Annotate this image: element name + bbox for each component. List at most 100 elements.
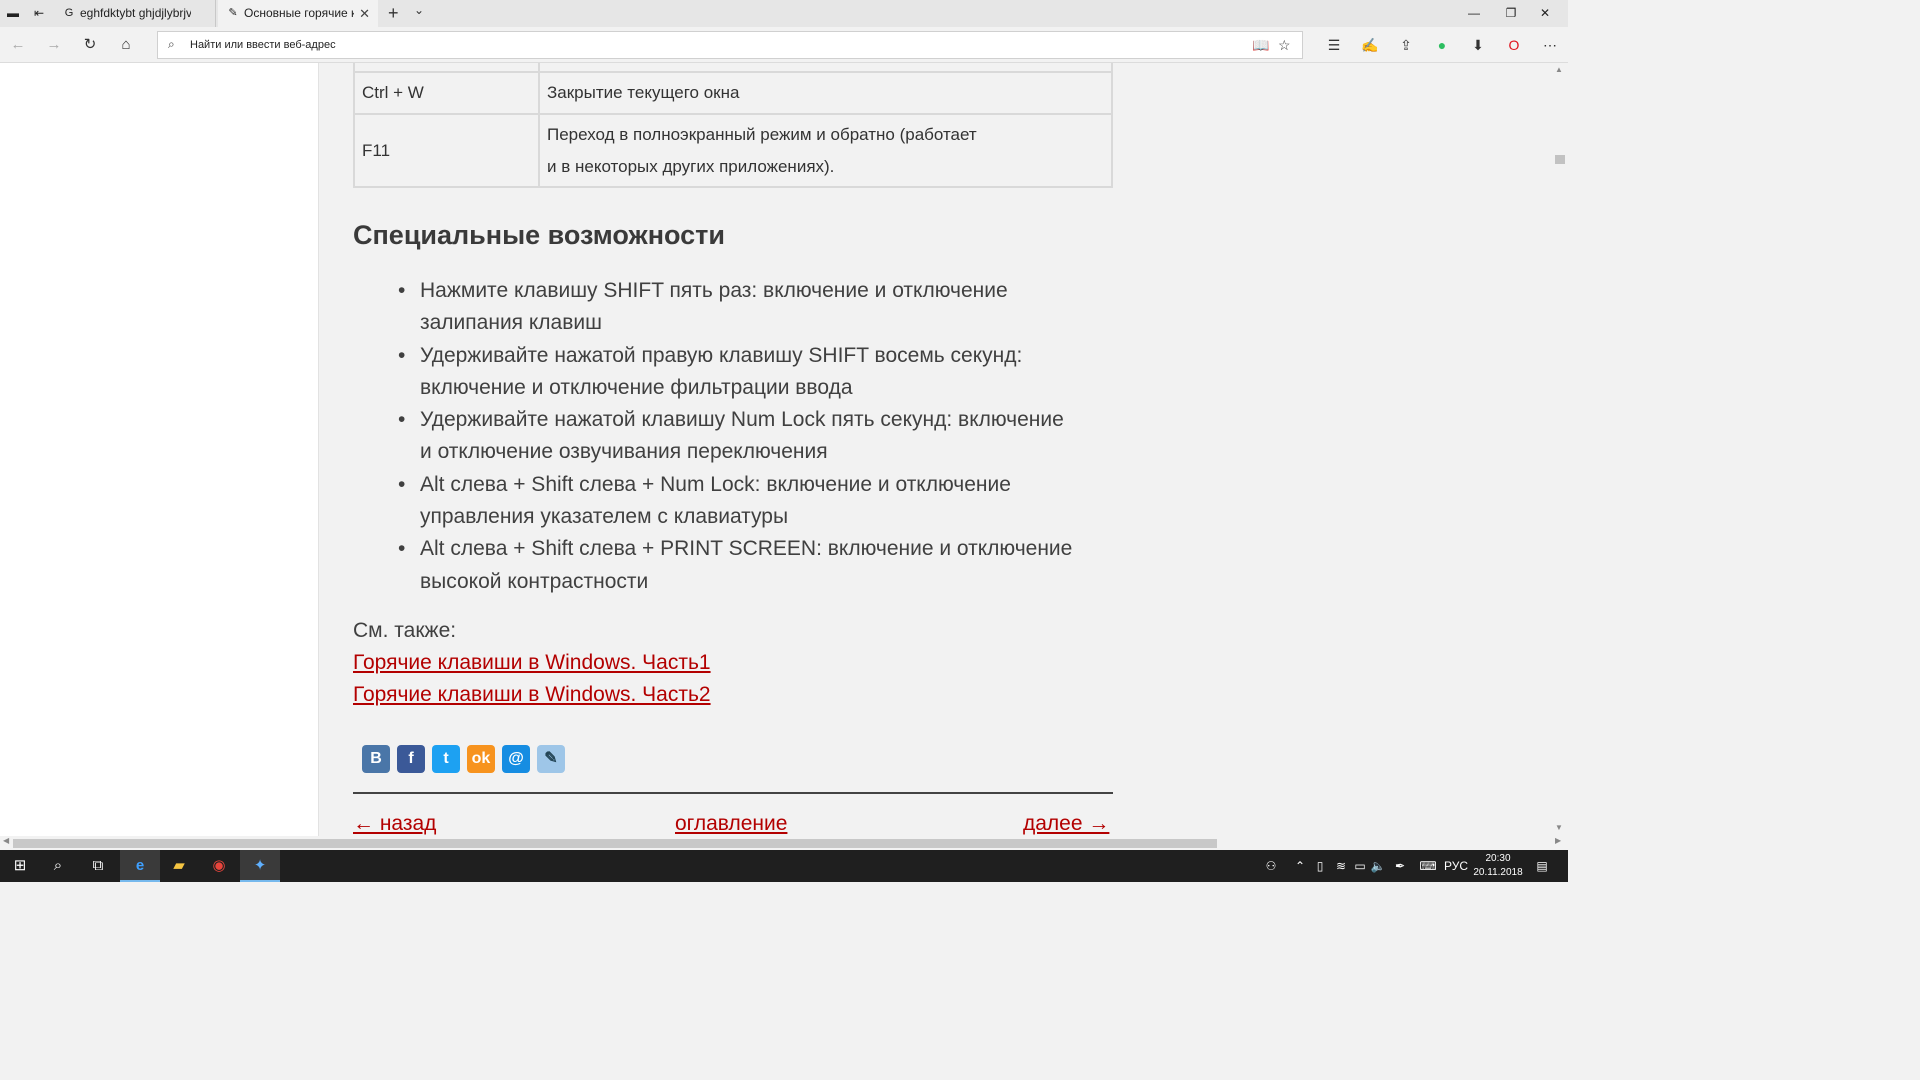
start-icon[interactable]: ⊞ bbox=[0, 850, 40, 882]
chevron-down-icon[interactable]: ⌄ bbox=[414, 3, 424, 17]
scroll-left-icon[interactable]: ◀ bbox=[3, 836, 9, 845]
address-bar[interactable]: ⌕ Найти или ввести веб-адрес 📖 ☆ bbox=[157, 31, 1303, 59]
link-hotkeys-part2[interactable]: Горячие клавиши в Windows. Часть2 bbox=[353, 683, 711, 707]
clock-date: 20.11.2018 bbox=[1473, 867, 1523, 878]
opera-icon[interactable]: O bbox=[1504, 35, 1524, 55]
scroll-thumb[interactable] bbox=[1555, 155, 1565, 164]
section-title: Специальные возможности bbox=[353, 220, 725, 250]
chevron-up-icon[interactable]: ⌃ bbox=[1293, 850, 1307, 882]
refresh-icon[interactable]: ↻ bbox=[79, 34, 101, 56]
tab-preview-icon[interactable]: ⇤ bbox=[31, 5, 47, 21]
item-line: и отключение озвучивания переключения bbox=[420, 440, 828, 464]
item-line: высокой контрастности bbox=[420, 569, 649, 593]
pen-workspace-icon[interactable]: ✒ bbox=[1392, 850, 1408, 882]
favorites-hub-icon[interactable]: ☰ bbox=[1324, 35, 1344, 55]
list-item: Нажмите клавишу SHIFT пять раз: включени… bbox=[398, 275, 1098, 340]
list-item: Удерживайте нажатой клавишу Num Lock пят… bbox=[398, 404, 1098, 469]
livejournal-icon[interactable]: ✎ bbox=[537, 745, 565, 773]
language-indicator[interactable]: РУС bbox=[1444, 850, 1468, 882]
set-aside-tabs-icon[interactable]: ▬ bbox=[5, 5, 21, 21]
scroll-down-icon[interactable]: ▼ bbox=[1555, 823, 1563, 832]
favorite-star-icon[interactable]: ☆ bbox=[1278, 37, 1291, 54]
close-tab-icon[interactable]: ✕ bbox=[359, 0, 370, 27]
table-row: F11 Переход в полноэкранный режим и обра… bbox=[353, 113, 1113, 188]
twitter-icon[interactable]: t bbox=[432, 745, 460, 773]
tab-google[interactable]: G eghfdktybt ghjdjlybrjv ghb ( bbox=[54, 0, 216, 27]
toc-link[interactable]: оглавление bbox=[675, 812, 787, 836]
notifications-icon[interactable]: ▤ bbox=[1532, 850, 1552, 882]
keyboard-icon[interactable]: ⌨ bbox=[1418, 850, 1438, 882]
more-icon[interactable]: ⋯ bbox=[1540, 35, 1560, 55]
windows-taskbar: ⊞ ⌕ ⧉ e ▰ ◉ ✦ ⚇ ⌃ ▯ ≋ ▭ 🔈 ✒ ⌨ РУС 20:30 … bbox=[0, 850, 1568, 882]
navigation-bar: ← → ↻ ⌂ ⌕ Найти или ввести веб-адрес 📖 ☆… bbox=[0, 27, 1568, 63]
clock[interactable]: 20:30 20.11.2018 bbox=[1470, 852, 1526, 880]
chrome-icon[interactable]: ◉ bbox=[199, 850, 239, 882]
address-placeholder: Найти или ввести веб-адрес bbox=[190, 39, 336, 51]
shortcut-desc: Переход в полноэкранный режим и обратно … bbox=[538, 113, 1113, 188]
shortcut-key: F11 bbox=[353, 113, 540, 188]
vk-icon[interactable]: B bbox=[362, 745, 390, 773]
usb-icon[interactable]: ▯ bbox=[1313, 850, 1327, 882]
desc-line: и в некоторых других приложениях). bbox=[547, 156, 835, 176]
link-hotkeys-part1[interactable]: Горячие клавиши в Windows. Часть1 bbox=[353, 651, 711, 675]
odnoklassniki-icon[interactable]: ok bbox=[467, 745, 495, 773]
scroll-thumb[interactable] bbox=[13, 839, 1217, 848]
table-row bbox=[353, 63, 1113, 73]
features-list: Нажмите клавишу SHIFT пять раз: включени… bbox=[398, 275, 1098, 598]
item-line: Alt слева + Shift слева + Num Lock: вклю… bbox=[420, 472, 1011, 496]
shortcut-key: Ctrl + W bbox=[353, 71, 540, 115]
list-item: Удерживайте нажатой правую клавишу SHIFT… bbox=[398, 340, 1098, 405]
item-line: залипания клавиш bbox=[420, 311, 602, 335]
list-item: Alt слева + Shift слева + Num Lock: вклю… bbox=[398, 469, 1098, 534]
task-view-icon[interactable]: ⧉ bbox=[78, 850, 118, 882]
wifi-icon[interactable]: ≋ bbox=[1333, 850, 1349, 882]
scroll-up-icon[interactable]: ▲ bbox=[1555, 65, 1563, 74]
page-icon: ✎ bbox=[228, 7, 238, 19]
clock-time: 20:30 bbox=[1485, 853, 1511, 864]
next-link[interactable]: далее → bbox=[1023, 812, 1109, 836]
mailru-icon[interactable]: @ bbox=[502, 745, 530, 773]
item-line: Нажмите клавишу SHIFT пять раз: включени… bbox=[420, 279, 1008, 302]
prev-link[interactable]: ← назад bbox=[353, 812, 436, 836]
back-icon[interactable]: ← bbox=[7, 34, 29, 56]
tab-title: Основные горячие кла bbox=[244, 6, 354, 20]
item-line: Удерживайте нажатой клавишу Num Lock пят… bbox=[420, 408, 1064, 432]
tab-title: eghfdktybt ghjdjlybrjv ghb ( bbox=[80, 6, 191, 20]
vertical-scrollbar[interactable]: ▲ ▼ bbox=[1552, 63, 1568, 836]
tab-hotkeys[interactable]: ✎ Основные горячие кла ✕ bbox=[218, 0, 378, 27]
shortcuts-table: Ctrl + W Закрытие текущего окна F11 Пере… bbox=[353, 63, 1113, 188]
share-icon[interactable]: ⇪ bbox=[1396, 35, 1416, 55]
app-icon[interactable]: ✦ bbox=[240, 850, 280, 882]
pen-icon[interactable]: ✍ bbox=[1360, 35, 1380, 55]
facebook-icon[interactable]: f bbox=[397, 745, 425, 773]
battery-icon[interactable]: ▭ bbox=[1352, 850, 1368, 882]
shortcut-desc: Закрытие текущего окна bbox=[538, 71, 1113, 115]
tab-bar: ▬ ⇤ G eghfdktybt ghjdjlybrjv ghb ( ✎ Осн… bbox=[0, 0, 1568, 27]
home-icon[interactable]: ⌂ bbox=[115, 34, 137, 56]
download-icon[interactable]: ⬇ bbox=[1468, 35, 1488, 55]
new-tab-icon[interactable]: + bbox=[388, 3, 399, 24]
item-line: Удерживайте нажатой правую клавишу SHIFT… bbox=[420, 343, 1023, 367]
google-icon: G bbox=[64, 7, 74, 19]
see-also-label: См. также: bbox=[353, 619, 457, 642]
grammarly-icon[interactable]: ● bbox=[1432, 35, 1452, 55]
web-page: Ctrl + W Закрытие текущего окна F11 Пере… bbox=[0, 63, 1552, 836]
volume-mute-icon[interactable]: 🔈 bbox=[1370, 850, 1386, 882]
item-line: включение и отключение фильтрации ввода bbox=[420, 375, 853, 399]
list-item: Alt слева + Shift слева + PRINT SCREEN: … bbox=[398, 533, 1098, 598]
close-window-button[interactable]: ✕ bbox=[1522, 0, 1568, 27]
search-icon: ⌕ bbox=[168, 37, 175, 51]
edge-icon[interactable]: e bbox=[120, 850, 160, 882]
horizontal-scrollbar[interactable]: ◀ ▶ bbox=[0, 836, 1568, 850]
reading-view-icon[interactable]: 📖 bbox=[1252, 37, 1269, 54]
file-explorer-icon[interactable]: ▰ bbox=[159, 850, 199, 882]
scroll-right-icon[interactable]: ▶ bbox=[1555, 836, 1561, 845]
search-icon[interactable]: ⌕ bbox=[38, 850, 78, 882]
desc-line: Переход в полноэкранный режим и обратно … bbox=[547, 124, 977, 144]
table-row: Ctrl + W Закрытие текущего окна bbox=[353, 71, 1113, 115]
item-line: Alt слева + Shift слева + PRINT SCREEN: … bbox=[420, 537, 1073, 561]
people-icon[interactable]: ⚇ bbox=[1262, 850, 1280, 882]
forward-icon[interactable]: → bbox=[43, 34, 65, 56]
item-line: управления указателем с клавиатуры bbox=[420, 505, 789, 529]
left-sidebar bbox=[0, 63, 319, 836]
